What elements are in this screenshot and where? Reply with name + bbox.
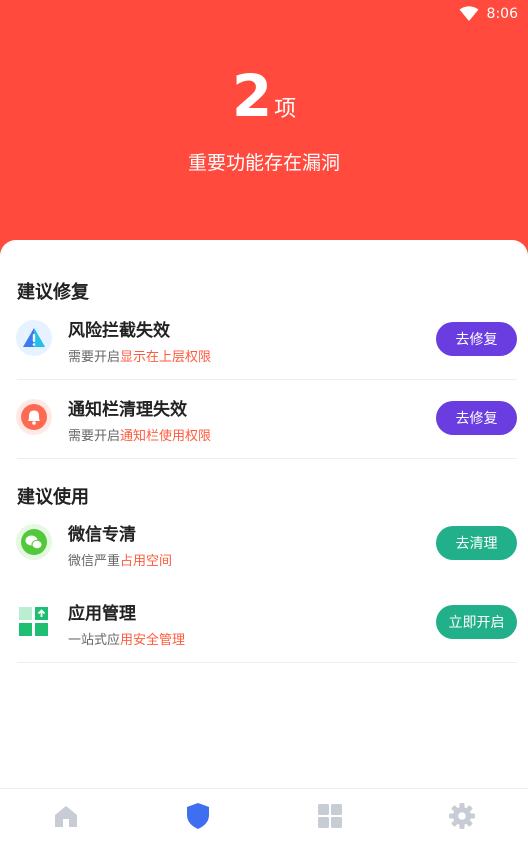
divider: [17, 662, 517, 663]
bottom-tab-bar: [0, 788, 528, 842]
repair-button[interactable]: 去修复: [436, 322, 517, 356]
item-desc: 需要开启通知栏使用权限: [68, 429, 212, 444]
list-item-notification-clean[interactable]: 通知栏清理失效 需要开启通知栏使用权限 去修复: [0, 381, 528, 459]
item-desc-highlight: 用安全管理: [120, 633, 186, 648]
shield-icon: [187, 802, 209, 829]
grid-icon: [318, 803, 342, 828]
enable-button[interactable]: 立即开启: [436, 605, 517, 639]
list-item-wechat-clean[interactable]: 微信专清 微信严重占用空间 去清理: [0, 506, 528, 584]
tab-tools[interactable]: [264, 789, 396, 842]
item-desc-highlight: 显示在上层权限: [120, 350, 212, 365]
gear-icon: [449, 802, 475, 829]
issue-count-unit: 项: [274, 97, 297, 122]
divider: [17, 379, 517, 380]
list-item-risk-intercept[interactable]: 风险拦截失效 需要开启显示在上层权限 去修复: [0, 302, 528, 380]
item-title: 应用管理: [68, 604, 136, 624]
item-desc: 微信严重占用空间: [68, 554, 173, 569]
item-desc: 需要开启显示在上层权限: [68, 350, 212, 365]
warning-triangle-icon: [16, 320, 52, 356]
home-icon: [55, 805, 77, 827]
tab-settings[interactable]: [396, 789, 528, 842]
item-title: 风险拦截失效: [68, 321, 170, 341]
item-title: 通知栏清理失效: [68, 400, 187, 420]
app-grid-icon: [19, 607, 48, 636]
item-desc: 一站式应用安全管理: [68, 633, 186, 648]
status-time: 8:06: [486, 6, 518, 22]
tab-security[interactable]: [132, 789, 264, 842]
wechat-icon: [16, 524, 52, 560]
item-desc-highlight: 通知栏使用权限: [120, 429, 212, 444]
list-item-app-manage[interactable]: 应用管理 一站式应用安全管理 立即开启: [0, 585, 528, 663]
issue-count: 2项: [0, 60, 528, 132]
wifi-icon: [459, 6, 479, 21]
divider: [17, 458, 517, 459]
section-title-repair: 建议修复: [17, 282, 89, 303]
item-title: 微信专清: [68, 525, 136, 545]
issue-count-number: 2: [231, 62, 273, 130]
clean-button[interactable]: 去清理: [436, 526, 517, 560]
hero-banner: 8:06 2项 重要功能存在漏洞: [0, 0, 528, 260]
bell-icon: [16, 399, 52, 435]
tab-home[interactable]: [0, 789, 132, 842]
repair-button[interactable]: 去修复: [436, 401, 517, 435]
status-bar: 8:06: [459, 4, 518, 24]
content-card: 建议修复 风险拦截失效 需要开启显示在上层权限 去修复 通知栏清理失效 需要开启…: [0, 240, 528, 788]
hero-subtitle: 重要功能存在漏洞: [187, 152, 340, 174]
item-desc-highlight: 占用空间: [120, 554, 173, 569]
